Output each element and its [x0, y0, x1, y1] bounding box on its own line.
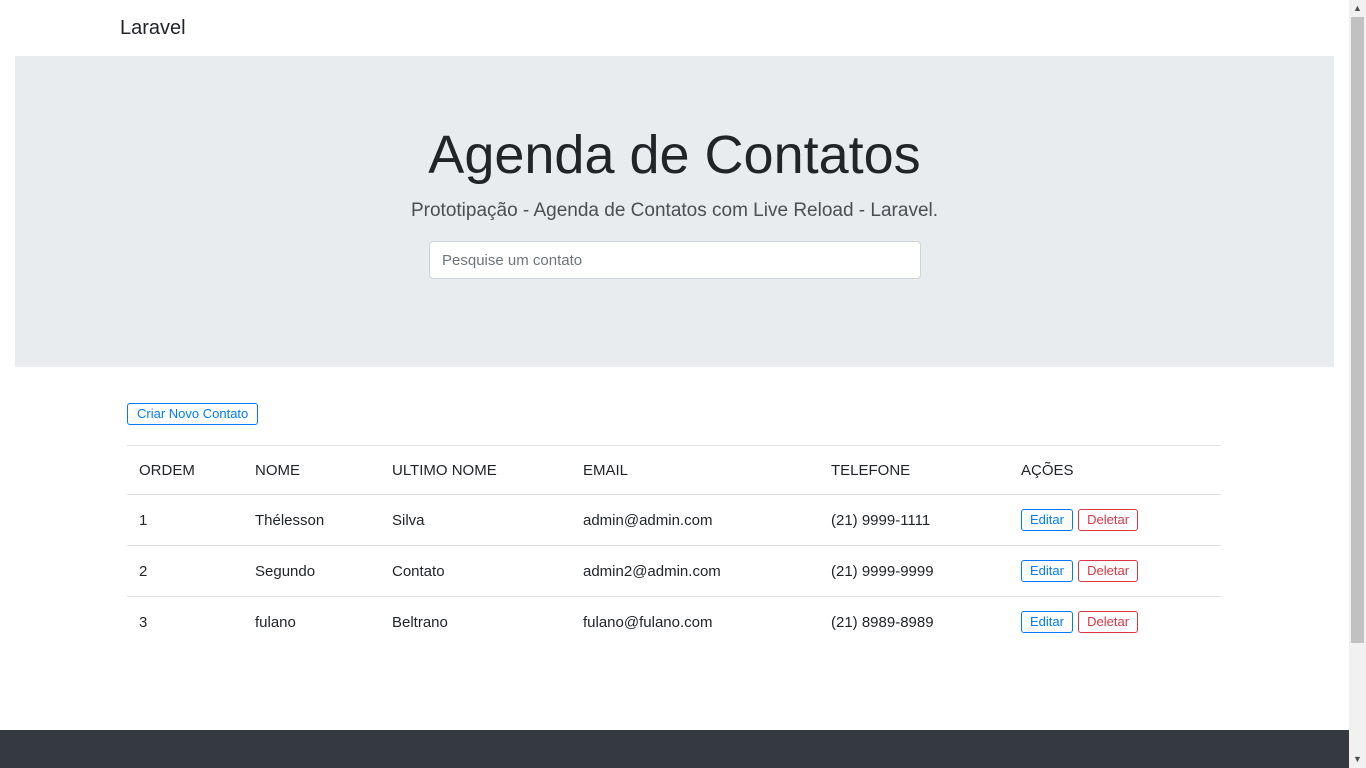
table-row: 2 Segundo Contato admin2@admin.com (21) … [127, 545, 1221, 597]
cell-phone: (21) 8989-8989 [819, 596, 1009, 648]
cell-name: Thélesson [255, 511, 325, 529]
vertical-scrollbar[interactable]: ▲ ▼ [1349, 0, 1366, 768]
footer [0, 730, 1349, 768]
page-subtitle: Prototipação - Agenda de Contatos com Li… [410, 200, 939, 221]
cell-name: Segundo [243, 545, 380, 597]
header-nome: NOME [243, 445, 380, 495]
navbar: Laravel [0, 0, 1349, 56]
cell-phone: (21) 9999-1111 [831, 511, 931, 529]
delete-button[interactable]: Deletar [1078, 509, 1139, 531]
table-row: 1 Thélesson Silva admin@admin.com (21) 9… [127, 495, 1221, 546]
header-ordem: ORDEM [127, 445, 243, 495]
cell-last-name: Silva [392, 511, 425, 529]
contacts-table: ORDEM NOME ULTIMO NOME EMAIL TELEFONE AÇ… [127, 445, 1221, 648]
cell-order: 2 [127, 545, 243, 597]
edit-button[interactable]: Editar [1021, 560, 1073, 582]
cell-order: 1 [139, 511, 148, 529]
delete-button[interactable]: Deletar [1078, 560, 1139, 582]
header-acoes: AÇÕES [1009, 445, 1221, 495]
cell-order: 3 [127, 596, 243, 648]
table-header-row: ORDEM NOME ULTIMO NOME EMAIL TELEFONE AÇ… [127, 445, 1221, 495]
hero-jumbotron: Agenda de Contatos Prototipação - Agenda… [15, 56, 1334, 367]
header-email: EMAIL [571, 445, 819, 495]
delete-button[interactable]: Deletar [1078, 611, 1139, 634]
search-input[interactable] [429, 241, 921, 279]
cell-last-name: Contato [380, 545, 571, 597]
cell-actions: Editar Deletar [1009, 596, 1221, 648]
cell-last-name: Beltrano [380, 596, 571, 648]
page-title: Agenda de Contatos [428, 125, 921, 185]
create-contact-button[interactable]: Criar Novo Contato [127, 403, 259, 425]
cell-actions: Editar Deletar [1009, 495, 1221, 546]
cell-actions: Editar Deletar [1009, 545, 1221, 597]
cell-email: admin2@admin.com [571, 545, 819, 597]
edit-button[interactable]: Editar [1021, 509, 1073, 531]
scrollbar-thumb[interactable] [1351, 17, 1364, 643]
page: Laravel Agenda de Contatos Prototipação … [0, 0, 1349, 768]
cell-email: admin@admin.com [583, 511, 713, 529]
edit-button[interactable]: Editar [1021, 611, 1073, 634]
cell-name: fulano [243, 596, 380, 648]
scroll-down-arrow-icon[interactable]: ▼ [1349, 751, 1366, 768]
scroll-up-arrow-icon[interactable]: ▲ [1349, 0, 1366, 17]
table-row: 3 fulano Beltrano fulano@fulano.com (21)… [127, 596, 1221, 648]
header-telefone: TELEFONE [819, 445, 1009, 495]
cell-phone: (21) 9999-9999 [819, 545, 1009, 597]
header-ultimo-nome: ULTIMO NOME [380, 445, 571, 495]
navbar-brand[interactable]: Laravel [120, 17, 186, 40]
cell-email: fulano@fulano.com [571, 596, 819, 648]
